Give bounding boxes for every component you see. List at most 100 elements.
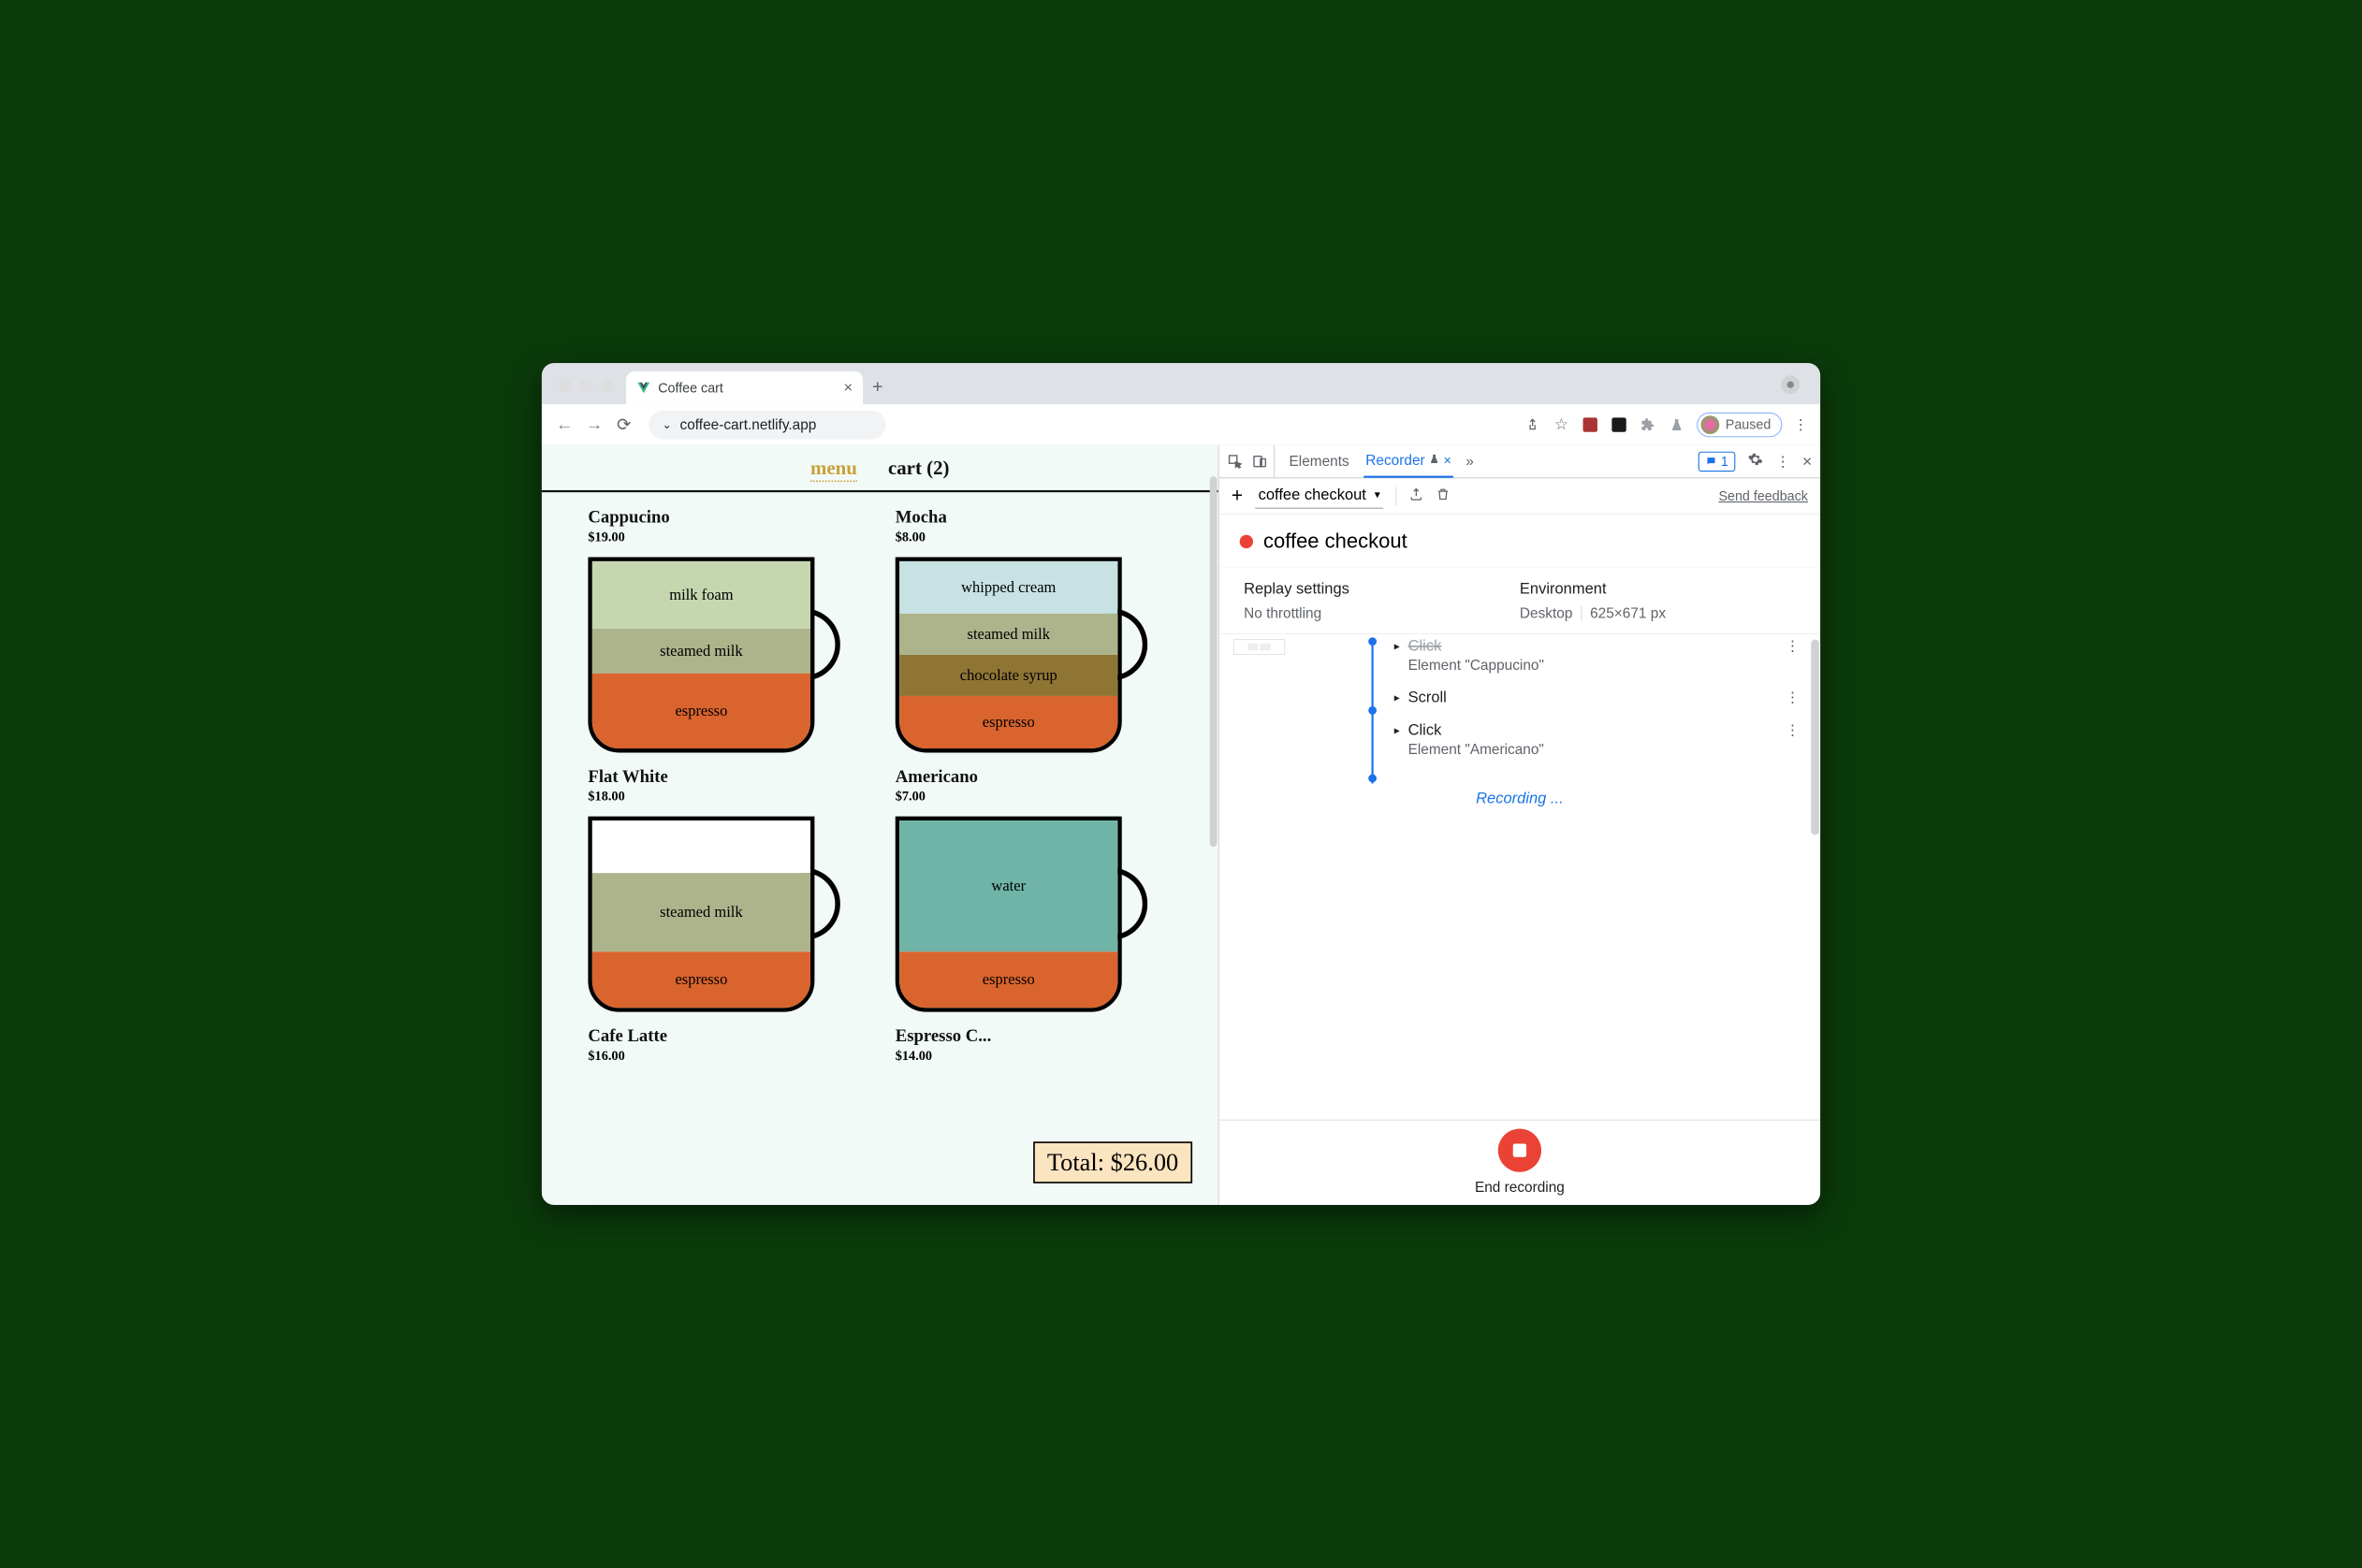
coffee-price: $14.00 — [896, 1048, 1172, 1064]
browser-menu-icon[interactable]: ⋮ — [1794, 416, 1808, 433]
export-icon[interactable] — [1409, 486, 1423, 505]
avatar-icon — [1700, 415, 1719, 434]
layer-steamed-milk: steamed milk — [592, 873, 810, 951]
coffee-name: Espresso C... — [896, 1026, 1172, 1046]
address-bar[interactable]: ⌄ coffee-cart.netlify.app — [649, 410, 885, 439]
url-text: coffee-cart.netlify.app — [680, 416, 817, 433]
divider — [1395, 486, 1396, 505]
devtools-panel: Elements Recorder × » 1 ⋮ — [1218, 445, 1821, 1205]
browser-tab[interactable]: Coffee cart × — [626, 371, 863, 404]
experimental-flask-icon — [1429, 453, 1439, 467]
replay-settings: Replay settings No throttling — [1244, 580, 1520, 621]
profile-badge-icon[interactable] — [1781, 375, 1800, 394]
bookmark-star-icon[interactable]: ☆ — [1553, 415, 1570, 433]
devtools-tab-bar: Elements Recorder × » 1 ⋮ — [1219, 445, 1820, 478]
timeline-dot — [1368, 637, 1377, 646]
step-click-americano[interactable]: ▸ Click Element "Americano" ⋮ — [1394, 718, 1800, 769]
layer-espresso: espresso — [899, 696, 1117, 748]
layer-whipped-cream: whipped cream — [899, 561, 1117, 614]
tab-close-icon[interactable]: × — [1443, 453, 1451, 469]
coffee-name: Cappucino — [588, 508, 864, 528]
environment-settings: Environment Desktop 625×671 px — [1520, 580, 1796, 621]
environment-viewport: 625×671 px — [1590, 605, 1666, 622]
page-scrollbar[interactable] — [1210, 476, 1217, 847]
nav-cart-link[interactable]: cart (2) — [888, 457, 950, 482]
step-title: Click — [1408, 721, 1544, 739]
tab-recorder-label: Recorder — [1365, 452, 1424, 469]
coffee-price: $16.00 — [588, 1048, 864, 1064]
expand-caret-icon[interactable]: ▸ — [1394, 690, 1400, 704]
coffee-item-americano: Americano $7.00 water espresso — [896, 767, 1172, 1017]
share-icon[interactable] — [1524, 415, 1541, 433]
end-recording-label: End recording — [1475, 1179, 1565, 1196]
devtools-close-icon[interactable]: × — [1802, 452, 1812, 471]
layer-espresso: espresso — [592, 674, 810, 748]
site-chevron-icon[interactable]: ⌄ — [663, 418, 672, 431]
extension-2-icon[interactable] — [1611, 415, 1628, 433]
tab-strip: Coffee cart × + — [542, 363, 1820, 404]
step-menu-icon[interactable]: ⋮ — [1786, 689, 1800, 705]
coffee-mug-americano[interactable]: water espresso — [896, 817, 1148, 1017]
recording-title: coffee checkout — [1263, 530, 1407, 553]
coffee-name: Flat White — [588, 767, 864, 787]
browser-window: Coffee cart × + ← → ⟳ ⌄ coffee-cart.netl… — [542, 363, 1820, 1205]
inspect-element-icon[interactable] — [1228, 454, 1244, 470]
divider — [1581, 606, 1582, 620]
vue-icon — [636, 381, 650, 395]
coffee-item-cafe-latte: Cafe Latte $16.00 — [588, 1026, 864, 1064]
step-title: Click — [1408, 637, 1544, 655]
tab-elements[interactable]: Elements — [1287, 446, 1351, 477]
extensions-puzzle-icon[interactable] — [1639, 415, 1656, 433]
traffic-light-zoom[interactable] — [601, 380, 613, 392]
traffic-light-minimize[interactable] — [580, 380, 592, 392]
recording-dropdown[interactable]: coffee checkout ▾ — [1255, 484, 1383, 508]
coffee-name: Mocha — [896, 508, 1172, 528]
recording-dropdown-label: coffee checkout — [1259, 486, 1366, 503]
replay-settings-heading: Replay settings — [1244, 580, 1520, 598]
coffee-mug-cappucino[interactable]: milk foam steamed milk espresso — [588, 557, 840, 758]
cart-total-button[interactable]: Total: $26.00 — [1033, 1141, 1192, 1183]
timeline-dot — [1368, 706, 1377, 715]
stop-recording-button[interactable] — [1498, 1129, 1541, 1172]
timeline-dot — [1368, 775, 1377, 783]
chevron-down-icon: ▾ — [1375, 487, 1380, 501]
coffee-mug-flat-white[interactable]: steamed milk espresso — [588, 817, 840, 1017]
coffee-item-mocha: Mocha $8.00 whipped cream steamed milk c… — [896, 508, 1172, 758]
tab-close-icon[interactable]: × — [843, 379, 853, 397]
coffee-name: Americano — [896, 767, 1172, 787]
step-menu-icon[interactable]: ⋮ — [1786, 637, 1800, 654]
replay-settings-value: No throttling — [1244, 605, 1520, 622]
settings-gear-icon[interactable] — [1748, 452, 1764, 472]
messages-pill[interactable]: 1 — [1699, 451, 1736, 471]
step-menu-icon[interactable]: ⋮ — [1786, 721, 1800, 738]
step-scroll[interactable]: ▸ Scroll ⋮ — [1394, 685, 1800, 718]
devtools-menu-icon[interactable]: ⋮ — [1775, 453, 1789, 470]
page-nav: menu cart (2) — [542, 445, 1218, 492]
traffic-light-close[interactable] — [560, 380, 572, 392]
expand-caret-icon[interactable]: ▸ — [1394, 639, 1400, 652]
reload-button[interactable]: ⟳ — [614, 414, 634, 435]
tab-recorder[interactable]: Recorder × — [1363, 445, 1453, 478]
delete-icon[interactable] — [1436, 486, 1450, 505]
coffee-mug-mocha[interactable]: whipped cream steamed milk chocolate syr… — [896, 557, 1148, 758]
recording-dot-icon — [1240, 535, 1253, 548]
recorder-settings-row: Replay settings No throttling Environmen… — [1219, 567, 1820, 634]
back-button[interactable]: ← — [554, 414, 575, 434]
extension-1-icon[interactable] — [1582, 415, 1599, 433]
profile-paused-pill[interactable]: Paused — [1697, 413, 1782, 437]
recorder-steps: ▸ Click Element "Cappucino" ⋮ ▸ Scroll ⋮… — [1219, 634, 1820, 1120]
new-tab-button[interactable]: + — [872, 375, 883, 404]
nav-menu-link[interactable]: menu — [810, 457, 857, 482]
new-recording-button[interactable]: + — [1232, 485, 1243, 507]
device-toggle-icon[interactable] — [1252, 454, 1268, 470]
devtools-scrollbar[interactable] — [1811, 639, 1819, 835]
step-click-cappucino[interactable]: ▸ Click Element "Cappucino" ⋮ — [1394, 634, 1800, 685]
more-tabs-icon[interactable]: » — [1465, 453, 1474, 470]
labs-flask-icon[interactable] — [1668, 415, 1685, 433]
toolbar: ← → ⟳ ⌄ coffee-cart.netlify.app ☆ Paused — [542, 404, 1820, 445]
forward-button[interactable]: → — [584, 414, 605, 434]
coffee-price: $18.00 — [588, 789, 864, 805]
expand-caret-icon[interactable]: ▸ — [1394, 724, 1400, 737]
send-feedback-link[interactable]: Send feedback — [1718, 488, 1807, 504]
step-title: Scroll — [1408, 689, 1447, 706]
